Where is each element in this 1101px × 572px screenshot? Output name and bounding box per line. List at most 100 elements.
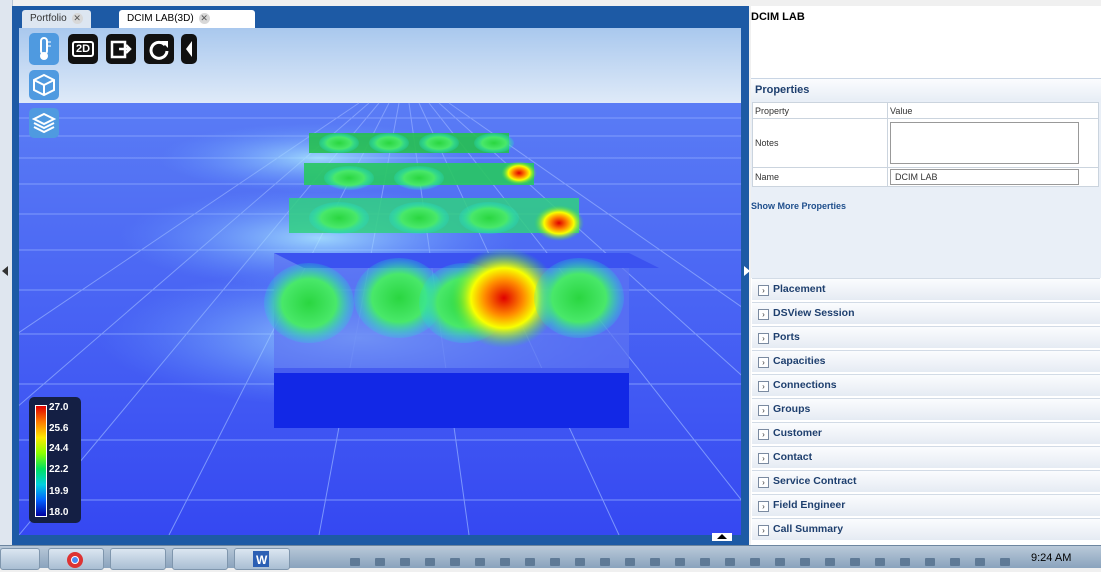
layers-icon [32,112,56,134]
tray-icon[interactable] [975,558,985,566]
tray-icon[interactable] [825,558,835,566]
section-label: Ports [773,331,800,343]
thermometer-button[interactable] [29,33,59,65]
tray-icon[interactable] [350,558,360,566]
tray-icon[interactable] [1000,558,1010,566]
3d-viewport[interactable] [19,28,741,535]
show-more-properties-link[interactable]: Show More Properties [751,201,846,211]
tray-icon[interactable] [475,558,485,566]
section-field-engineer[interactable]: › Field Engineer [752,494,1100,516]
refresh-button[interactable] [144,34,174,64]
section-label: Service Contract [773,475,857,487]
tab-dcim-lab-3d[interactable]: DCIM LAB(3D) ✕ [119,10,255,28]
section-label: Capacities [773,355,826,367]
chevron-right-icon: › [758,453,769,464]
legend-value: 24.4 [49,443,69,454]
section-service-contract[interactable]: › Service Contract [752,470,1100,492]
section-dsview-session[interactable]: › DSView Session [752,302,1100,324]
name-field[interactable]: DCIM LAB [890,169,1079,185]
word-icon: W [253,551,269,567]
section-ports[interactable]: › Ports [752,326,1100,348]
tray-icon[interactable] [600,558,610,566]
section-label: Field Engineer [773,499,846,511]
collapse-toolbar-button[interactable] [181,34,197,64]
panel-title: DCIM LAB [751,11,805,23]
tray-icon[interactable] [525,558,535,566]
legend-value: 19.9 [49,486,69,497]
taskbar: W [0,545,1101,570]
tab-bar: Portfolio ✕ DCIM LAB(3D) ✕ [12,6,749,28]
legend-value: 22.2 [49,464,69,475]
tab-label: Portfolio [30,13,67,24]
section-contact[interactable]: › Contact [752,446,1100,468]
tray-icon[interactable] [675,558,685,566]
tray-icon[interactable] [425,558,435,566]
section-customer[interactable]: › Customer [752,422,1100,444]
thermometer-icon [40,37,51,60]
tab-portfolio[interactable]: Portfolio ✕ [22,10,91,28]
layers-button[interactable] [29,108,59,138]
section-label: Connections [773,379,837,391]
view-2d-label: 2D [71,41,95,57]
chevron-right-icon: › [758,381,769,392]
splitter-expand-icon[interactable] [744,266,750,276]
tray-icon[interactable] [900,558,910,566]
legend-value: 27.0 [49,402,69,413]
section-placement[interactable]: › Placement [752,278,1100,300]
property-label-notes: Notes [752,118,888,168]
chevron-right-icon: › [758,357,769,368]
chevron-right-icon: › [758,477,769,488]
column-header-property: Property [752,102,888,119]
legend-value: 18.0 [49,507,69,518]
tray-icon[interactable] [875,558,885,566]
tray-icon[interactable] [850,558,860,566]
notes-field[interactable] [890,122,1079,164]
close-icon[interactable]: ✕ [198,12,210,24]
properties-grid: Property Value Notes Name DCIM LAB [752,102,1099,187]
export-button[interactable] [106,34,136,64]
chevron-right-icon: › [758,333,769,344]
tray-icon[interactable] [550,558,560,566]
section-connections[interactable]: › Connections [752,374,1100,396]
tray-icon[interactable] [925,558,935,566]
view-2d-button[interactable]: 2D [68,34,98,64]
tray-icon[interactable] [625,558,635,566]
tray-icon[interactable] [725,558,735,566]
section-label: Contact [773,451,813,463]
refresh-icon [149,40,169,60]
chevron-right-icon: › [758,309,769,320]
collapse-left-icon[interactable] [2,266,8,276]
section-label: DSView Session [773,307,855,319]
scroll-up-icon[interactable] [712,533,732,541]
cube-view-button[interactable] [29,70,59,100]
tray-icon[interactable] [950,558,960,566]
section-call-summary[interactable]: › Call Summary [752,518,1100,540]
properties-header[interactable]: Properties [751,78,1101,100]
chevron-right-icon: › [758,285,769,296]
export-icon [110,40,132,59]
column-header-value: Value [887,102,1099,119]
tray-icon[interactable] [400,558,410,566]
section-label: Placement [773,283,826,295]
taskbar-clock[interactable]: 9:24 AM [1031,552,1071,564]
tray-icon[interactable] [450,558,460,566]
close-icon[interactable]: ✕ [71,12,83,24]
section-capacities[interactable]: › Capacities [752,350,1100,372]
tray-icon[interactable] [775,558,785,566]
temperature-legend: 27.0 25.6 24.4 22.2 19.9 18.0 [29,397,81,523]
tray-icon[interactable] [500,558,510,566]
tab-label: DCIM LAB(3D) [127,13,194,24]
tray-icon[interactable] [800,558,810,566]
tray-icon[interactable] [575,558,585,566]
chevron-right-icon: › [758,501,769,512]
legend-value: 25.6 [49,423,69,434]
tray-icon[interactable] [750,558,760,566]
chevron-right-icon: › [758,429,769,440]
section-label: Call Summary [773,523,844,535]
section-groups[interactable]: › Groups [752,398,1100,420]
tray-icon[interactable] [375,558,385,566]
tray-icon[interactable] [650,558,660,566]
section-label: Groups [773,403,811,415]
tray-icon[interactable] [700,558,710,566]
chevron-left-icon [186,41,192,57]
